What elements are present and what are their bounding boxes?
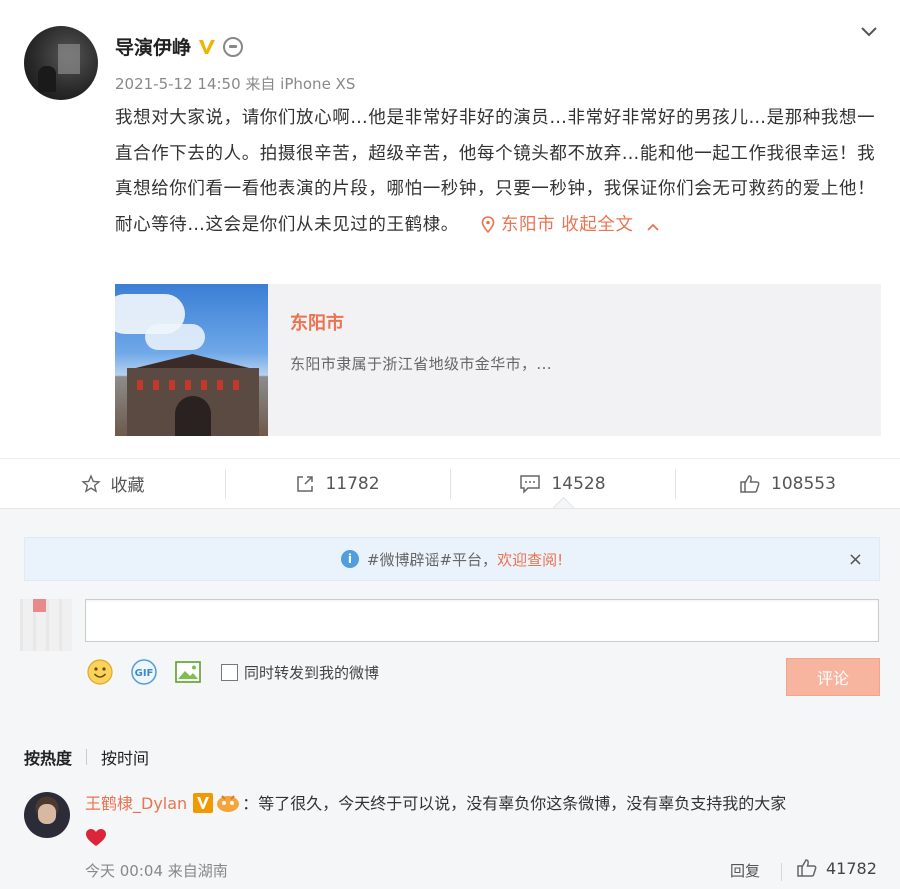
submit-comment-button[interactable]: 评论 (786, 658, 880, 696)
comment-text: ：等了很久，今天终于可以说，没有辜负你这条微博，没有辜负支持我的大家 (242, 794, 787, 813)
composer-toolbar: GIF 同时转发到我的微博 (85, 657, 379, 687)
info-icon: i (340, 550, 359, 568)
repost-count: 11782 (325, 473, 380, 494)
my-avatar (20, 599, 72, 651)
post-meta: 2021-5-12 14:50 来自 iPhone XS (115, 75, 356, 93)
notice-highlight[interactable]: 欢迎查阅! (497, 549, 563, 570)
heart-icon (86, 829, 106, 846)
repost-checkbox-label: 同时转发到我的微博 (244, 663, 380, 682)
comment-count: 14528 (551, 473, 606, 494)
location-card[interactable]: 东阳市 东阳市隶属于浙江省地级市金华市，... (115, 284, 881, 436)
svg-text:GIF: GIF (135, 668, 154, 679)
verified-v-icon (199, 39, 216, 54)
repost-checkbox[interactable]: 同时转发到我的微博 (221, 662, 379, 683)
post-content: 我想对大家说，请你们放心啊…他是非常好非好的演员…非常好非常好的男孩儿…是那种我… (115, 101, 885, 243)
comment-item: 王鹤棣_Dylan ：等了很久，今天终于可以说，没有辜负你这条微博，没有辜负支持… (0, 786, 900, 889)
author-line: 导演伊峥 (115, 33, 244, 60)
sort-by-hot-tab[interactable]: 按热度 (24, 745, 72, 769)
author-name[interactable]: 导演伊峥 (115, 33, 191, 60)
commenter-avatar[interactable] (24, 792, 70, 838)
location-card-image (115, 284, 268, 436)
fan-badge-icon (217, 795, 240, 812)
chevron-up-icon[interactable] (646, 222, 660, 232)
comment-timestamp: 今天 00:04 来自湖南 (85, 862, 228, 880)
reply-button[interactable]: 回复 (730, 860, 760, 881)
sort-by-time-tab[interactable]: 按时间 (101, 745, 149, 769)
favorite-label: 收藏 (110, 476, 145, 496)
location-link[interactable]: 东阳市 (481, 215, 555, 235)
checkbox-box[interactable] (221, 663, 238, 681)
close-icon[interactable]: × (848, 549, 863, 570)
author-avatar[interactable] (24, 26, 98, 100)
thumbs-up-icon (797, 859, 817, 877)
location-label: 东阳市 (500, 214, 556, 235)
like-count: 108553 (771, 473, 836, 494)
star-icon (80, 473, 101, 493)
location-card-desc: 东阳市隶属于浙江省地级市金华市，... (290, 355, 552, 373)
rumor-notice-banner: i #微博辟谣#平台， 欢迎查阅! × (24, 537, 880, 581)
chevron-down-icon[interactable] (858, 20, 880, 42)
comment-section: i #微博辟谣#平台， 欢迎查阅! × GIF 同时转发到我的微博 评论 按热度 … (0, 508, 900, 889)
comment-input[interactable] (85, 599, 879, 642)
gif-icon[interactable]: GIF (129, 657, 159, 687)
commenter-name[interactable]: 王鹤棣_Dylan (85, 794, 187, 813)
thumbs-up-icon (740, 474, 760, 493)
image-icon[interactable] (173, 657, 203, 687)
favorite-button[interactable]: 收藏 (0, 459, 225, 508)
share-icon (297, 475, 314, 492)
location-card-title: 东阳市 (290, 313, 344, 334)
robot-icon (223, 36, 244, 57)
verified-v-icon (193, 793, 214, 813)
emoji-icon[interactable] (85, 657, 115, 687)
comment-like-button[interactable]: 41782 (796, 858, 877, 878)
comment-button[interactable]: 14528 (450, 459, 675, 508)
location-pin-icon (481, 215, 495, 233)
repost-button[interactable]: 11782 (225, 459, 450, 508)
comment-sort-bar: 按热度 按时间 (24, 745, 149, 769)
post-action-bar: 收藏 11782 14528 108553 (0, 458, 900, 508)
like-button[interactable]: 108553 (675, 459, 900, 508)
comment-icon (520, 474, 541, 494)
comment-like-count: 41782 (826, 858, 877, 878)
collapse-text-link[interactable]: 收起全文 (561, 215, 633, 235)
notice-text[interactable]: #微博辟谣#平台， (367, 549, 497, 570)
comment-body: 王鹤棣_Dylan ：等了很久，今天终于可以说，没有辜负你这条微博，没有辜负支持… (85, 792, 885, 816)
weibo-post: 导演伊峥 2021-5-12 14:50 来自 iPhone XS 我想对大家说… (0, 0, 900, 458)
